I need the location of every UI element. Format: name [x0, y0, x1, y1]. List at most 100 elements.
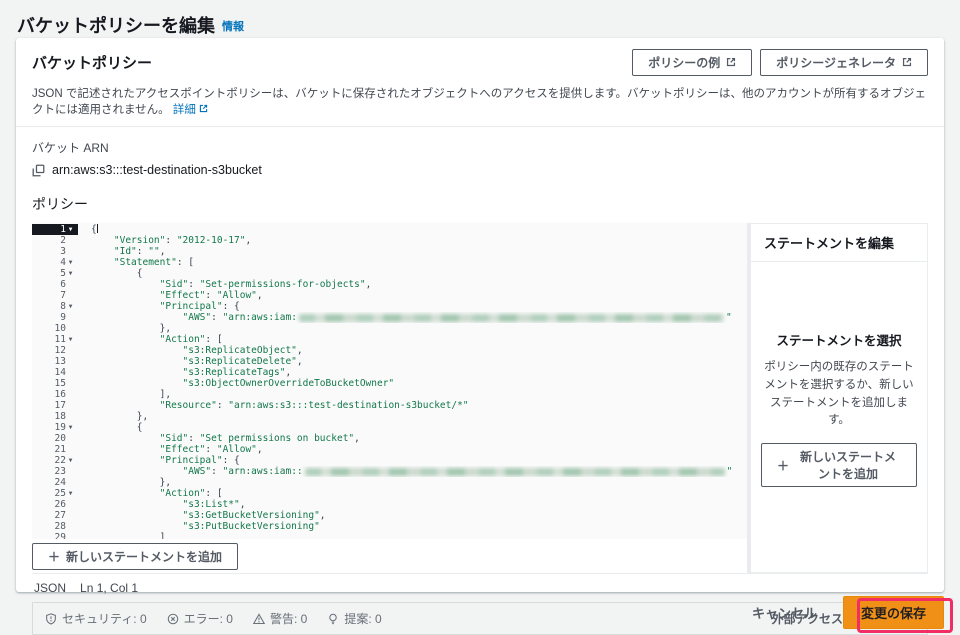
- code-text: {: [78, 268, 143, 279]
- stat-セキュリティ[interactable]: セキュリティ: 0: [45, 610, 147, 627]
- fold-arrow-icon[interactable]: ▼: [66, 334, 75, 345]
- json-punctuation: : [: [205, 488, 223, 499]
- stat-エラー[interactable]: エラー: 0: [167, 610, 233, 627]
- line-number: 13: [54, 356, 66, 367]
- code-text: "Action": [: [78, 334, 223, 345]
- json-punctuation: ]: [91, 532, 166, 539]
- code-lines: 1 ▼{2 "Version": "2012-10-17", 3 "Id": "",…: [32, 224, 747, 539]
- code-line[interactable]: 16 ],: [32, 389, 747, 400]
- copy-icon[interactable]: [32, 164, 45, 177]
- info-link[interactable]: 情報: [222, 21, 244, 33]
- code-text: "s3:ObjectOwnerOverrideToBucketOwner": [78, 378, 395, 389]
- stat-label: 警告: 0: [269, 612, 308, 626]
- fold-arrow-icon[interactable]: ▼: [66, 224, 75, 235]
- stat-label: 提案: 0: [344, 612, 382, 626]
- fold-arrow-icon[interactable]: ▼: [66, 257, 75, 268]
- code-line[interactable]: 17 "Resource": "arn:aws:s3:::test-destin…: [32, 400, 747, 411]
- code-line[interactable]: 6 "Sid": "Set-permissions-for-objects",: [32, 279, 747, 290]
- code-line[interactable]: 27 "s3:GetBucketVersioning",: [32, 510, 747, 521]
- code-line[interactable]: 9 "AWS": "arn:aws:iam: ": [32, 312, 747, 323]
- json-punctuation: [91, 345, 183, 356]
- code-text: "Principal": {: [78, 301, 240, 312]
- shield-icon: [45, 612, 57, 625]
- json-string: "Set permissions on bucket": [199, 433, 355, 444]
- json-punctuation: [91, 444, 160, 455]
- json-string: ": [726, 466, 733, 477]
- line-number: 12: [54, 345, 66, 356]
- json-string: "Sid": [159, 433, 189, 444]
- json-string: "Principal": [159, 455, 223, 466]
- fold-arrow-icon[interactable]: ▼: [66, 455, 75, 466]
- add-statement-button[interactable]: ＋ 新しいステートメントを追加: [32, 542, 239, 570]
- save-changes-button[interactable]: 変更の保存: [842, 595, 944, 629]
- fold-arrow-icon[interactable]: ▼: [66, 301, 75, 312]
- code-text: "Principal": {: [78, 455, 240, 466]
- json-punctuation: [91, 455, 160, 466]
- json-punctuation: : {: [222, 455, 240, 466]
- json-string: "": [148, 246, 160, 257]
- code-line[interactable]: 3 "Id": "",: [32, 246, 747, 257]
- code-line[interactable]: 12 "s3:ReplicateObject",: [32, 345, 747, 356]
- stat-label: セキュリティ: 0: [62, 612, 147, 626]
- code-line[interactable]: 26 "s3:List*",: [32, 499, 747, 510]
- code-text: "AWS": "arn:aws:iam: ": [78, 312, 732, 323]
- code-line[interactable]: 18 },: [32, 411, 747, 422]
- policy-examples-button[interactable]: ポリシーの例: [632, 49, 753, 76]
- code-line[interactable]: 10 },: [32, 323, 747, 334]
- json-punctuation: :: [136, 246, 149, 257]
- fold-arrow-icon[interactable]: ▼: [66, 488, 75, 499]
- code-line[interactable]: 5 ▼ {: [32, 268, 747, 279]
- json-punctuation: [91, 290, 160, 301]
- code-line[interactable]: 4 ▼ "Statement": [: [32, 257, 747, 268]
- json-code-editor[interactable]: 1 ▼{2 "Version": "2012-10-17", 3 "Id": "",…: [32, 223, 747, 539]
- policy-generator-button[interactable]: ポリシージェネレータ: [760, 49, 928, 76]
- json-punctuation: [91, 356, 183, 367]
- code-line[interactable]: 19 ▼ {: [32, 422, 747, 433]
- line-number: 11: [54, 334, 66, 345]
- json-punctuation: ,: [354, 433, 360, 444]
- panel-add-statement-label: 新しいステートメントを追加: [800, 450, 897, 482]
- json-string: "2012-10-17": [176, 235, 246, 246]
- stat-警告[interactable]: 警告: 0: [252, 610, 308, 627]
- line-number: 23: [54, 466, 66, 477]
- code-line[interactable]: 14 "s3:ReplicateTags",: [32, 367, 747, 378]
- redacted-arn: [304, 467, 725, 476]
- fold-arrow-icon[interactable]: ▼: [66, 268, 75, 279]
- code-line[interactable]: 24 },: [32, 477, 747, 488]
- line-number: 15: [54, 378, 66, 389]
- fold-arrow-icon[interactable]: ▼: [66, 422, 75, 433]
- external-link-icon: [902, 56, 912, 70]
- code-text: "Effect": "Allow",: [78, 290, 263, 301]
- code-line[interactable]: 11 ▼ "Action": [: [32, 334, 747, 345]
- bucket-policy-card: バケットポリシー ポリシーの例 ポリシージェネレータ JSON で記述されたアク…: [16, 38, 944, 635]
- line-number: 25: [54, 488, 66, 499]
- code-line[interactable]: 7 "Effect": "Allow",: [32, 290, 747, 301]
- code-line[interactable]: 8 ▼ "Principal": {: [32, 301, 747, 312]
- code-line[interactable]: 1 ▼{: [32, 224, 747, 235]
- footer-actions: キャンセル 変更の保存: [752, 594, 944, 630]
- json-punctuation: [91, 510, 183, 521]
- code-text: "Sid": "Set-permissions-for-objects",: [78, 279, 372, 290]
- json-punctuation: : {: [222, 301, 240, 312]
- code-line[interactable]: 25 ▼ "Action": [: [32, 488, 747, 499]
- code-text: "s3:ReplicateDelete",: [78, 356, 303, 367]
- code-line[interactable]: 28 "s3:PutBucketVersioning": [32, 521, 747, 532]
- code-text: "Version": "2012-10-17",: [78, 235, 251, 246]
- panel-add-statement-button[interactable]: ＋ 新しいステートメントを追加: [761, 443, 917, 488]
- stat-提案[interactable]: 提案: 0: [327, 610, 382, 627]
- code-line[interactable]: 13 "s3:ReplicateDelete",: [32, 356, 747, 367]
- code-line[interactable]: 23 "AWS": "arn:aws:iam:: ": [32, 466, 747, 477]
- code-line[interactable]: 15 "s3:ObjectOwnerOverrideToBucketOwner": [32, 378, 747, 389]
- json-punctuation: [91, 488, 160, 499]
- code-line[interactable]: 2 "Version": "2012-10-17",: [32, 235, 747, 246]
- cancel-button[interactable]: キャンセル: [752, 603, 817, 622]
- card-header: バケットポリシー ポリシーの例 ポリシージェネレータ JSON で記述されたアク…: [16, 38, 944, 126]
- code-text: ],: [78, 389, 171, 400]
- code-line[interactable]: 29 ]: [32, 532, 747, 539]
- code-line[interactable]: 20 "Sid": "Set permissions on bucket",: [32, 433, 747, 444]
- code-line[interactable]: 21 "Effect": "Allow",: [32, 444, 747, 455]
- line-number: 26: [54, 499, 66, 510]
- details-link[interactable]: 詳細: [173, 104, 196, 116]
- json-punctuation: [91, 246, 114, 257]
- code-line[interactable]: 22 ▼ "Principal": {: [32, 455, 747, 466]
